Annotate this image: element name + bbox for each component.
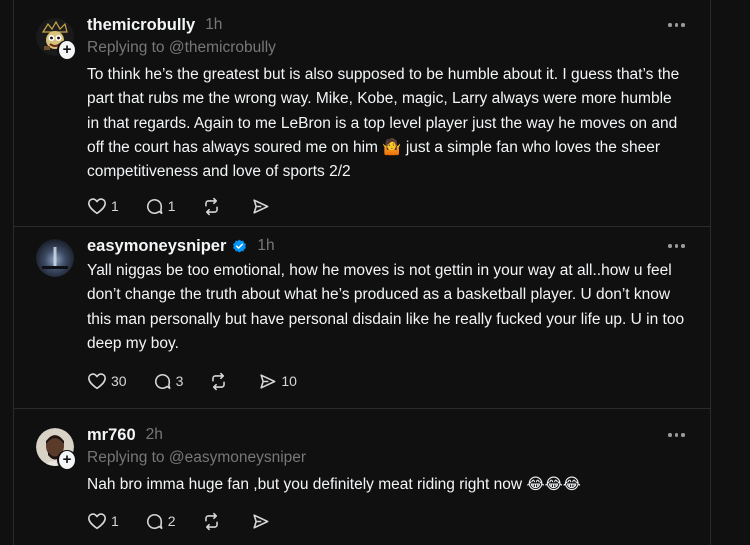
share-button[interactable] <box>251 197 274 216</box>
comment-icon <box>146 513 163 529</box>
repost-button[interactable] <box>202 512 225 531</box>
replying-to[interactable]: Replying to @easymoneysniper <box>87 449 688 469</box>
repost-icon <box>204 197 218 215</box>
like-button[interactable]: 1 <box>87 512 119 530</box>
post-divider <box>13 408 711 409</box>
heart-icon <box>88 513 106 530</box>
timestamp[interactable]: 2h <box>146 426 163 444</box>
follow-plus-badge[interactable]: + <box>57 450 77 470</box>
share-icon <box>260 373 276 389</box>
like-count: 1 <box>111 513 119 529</box>
comment-count: 2 <box>167 513 176 529</box>
avatar[interactable] <box>36 239 74 277</box>
heart-icon <box>88 373 106 390</box>
like-count: 30 <box>111 373 127 389</box>
action-bar: 1 2 <box>87 510 300 532</box>
post-text: Nah bro imma huge fan ,but you definitel… <box>87 476 581 493</box>
timestamp[interactable]: 1h <box>257 237 274 255</box>
username[interactable]: easymoneysniper <box>87 237 226 256</box>
like-button[interactable]: 30 <box>87 372 127 390</box>
share-count: 10 <box>281 373 297 389</box>
action-bar: 30 3 10 <box>87 370 323 392</box>
action-bar: 1 1 <box>87 195 300 217</box>
repost-icon <box>212 372 226 390</box>
right-border <box>710 0 711 545</box>
like-button[interactable]: 1 <box>87 197 119 215</box>
left-border <box>13 0 14 545</box>
comment-button[interactable]: 3 <box>153 372 184 391</box>
share-button[interactable] <box>251 512 274 531</box>
plus-icon: + <box>59 41 75 59</box>
post-easymoneysniper: easymoneysniper 1h Yall niggas be too em… <box>36 235 688 405</box>
more-icon[interactable] <box>668 239 688 253</box>
repost-button[interactable] <box>209 372 232 391</box>
comment-icon <box>146 198 163 214</box>
post-mr760: + mr760 2h Replying to @easymoneysniper … <box>36 424 688 545</box>
comment-icon <box>154 373 170 389</box>
verified-icon <box>233 239 247 252</box>
plus-icon: + <box>59 451 75 469</box>
comment-button[interactable]: 1 <box>145 197 176 216</box>
share-icon <box>252 198 269 214</box>
follow-plus-badge[interactable]: + <box>57 40 77 60</box>
post-text: Yall niggas be too emotional, how he mov… <box>87 262 689 352</box>
more-icon[interactable] <box>668 18 688 32</box>
post-divider <box>13 226 711 227</box>
like-count: 1 <box>111 198 119 214</box>
heart-icon <box>88 198 106 215</box>
repost-button[interactable] <box>202 197 225 216</box>
username[interactable]: themicrobully <box>87 16 195 35</box>
repost-icon <box>204 512 218 530</box>
post-text: To think he’s the greatest but is also s… <box>87 66 684 181</box>
username[interactable]: mr760 <box>87 426 136 445</box>
timestamp[interactable]: 1h <box>205 16 222 34</box>
share-button[interactable]: 10 <box>258 372 297 391</box>
more-icon[interactable] <box>668 428 688 442</box>
avatar-image <box>36 239 74 277</box>
comment-button[interactable]: 2 <box>145 512 176 531</box>
comment-count: 3 <box>175 373 184 389</box>
share-icon <box>252 513 269 529</box>
comment-count: 1 <box>167 198 176 214</box>
post-themicrobully: + themicrobully 1h Replying to @themicro… <box>36 14 688 222</box>
replying-to[interactable]: Replying to @themicrobully <box>87 39 688 59</box>
